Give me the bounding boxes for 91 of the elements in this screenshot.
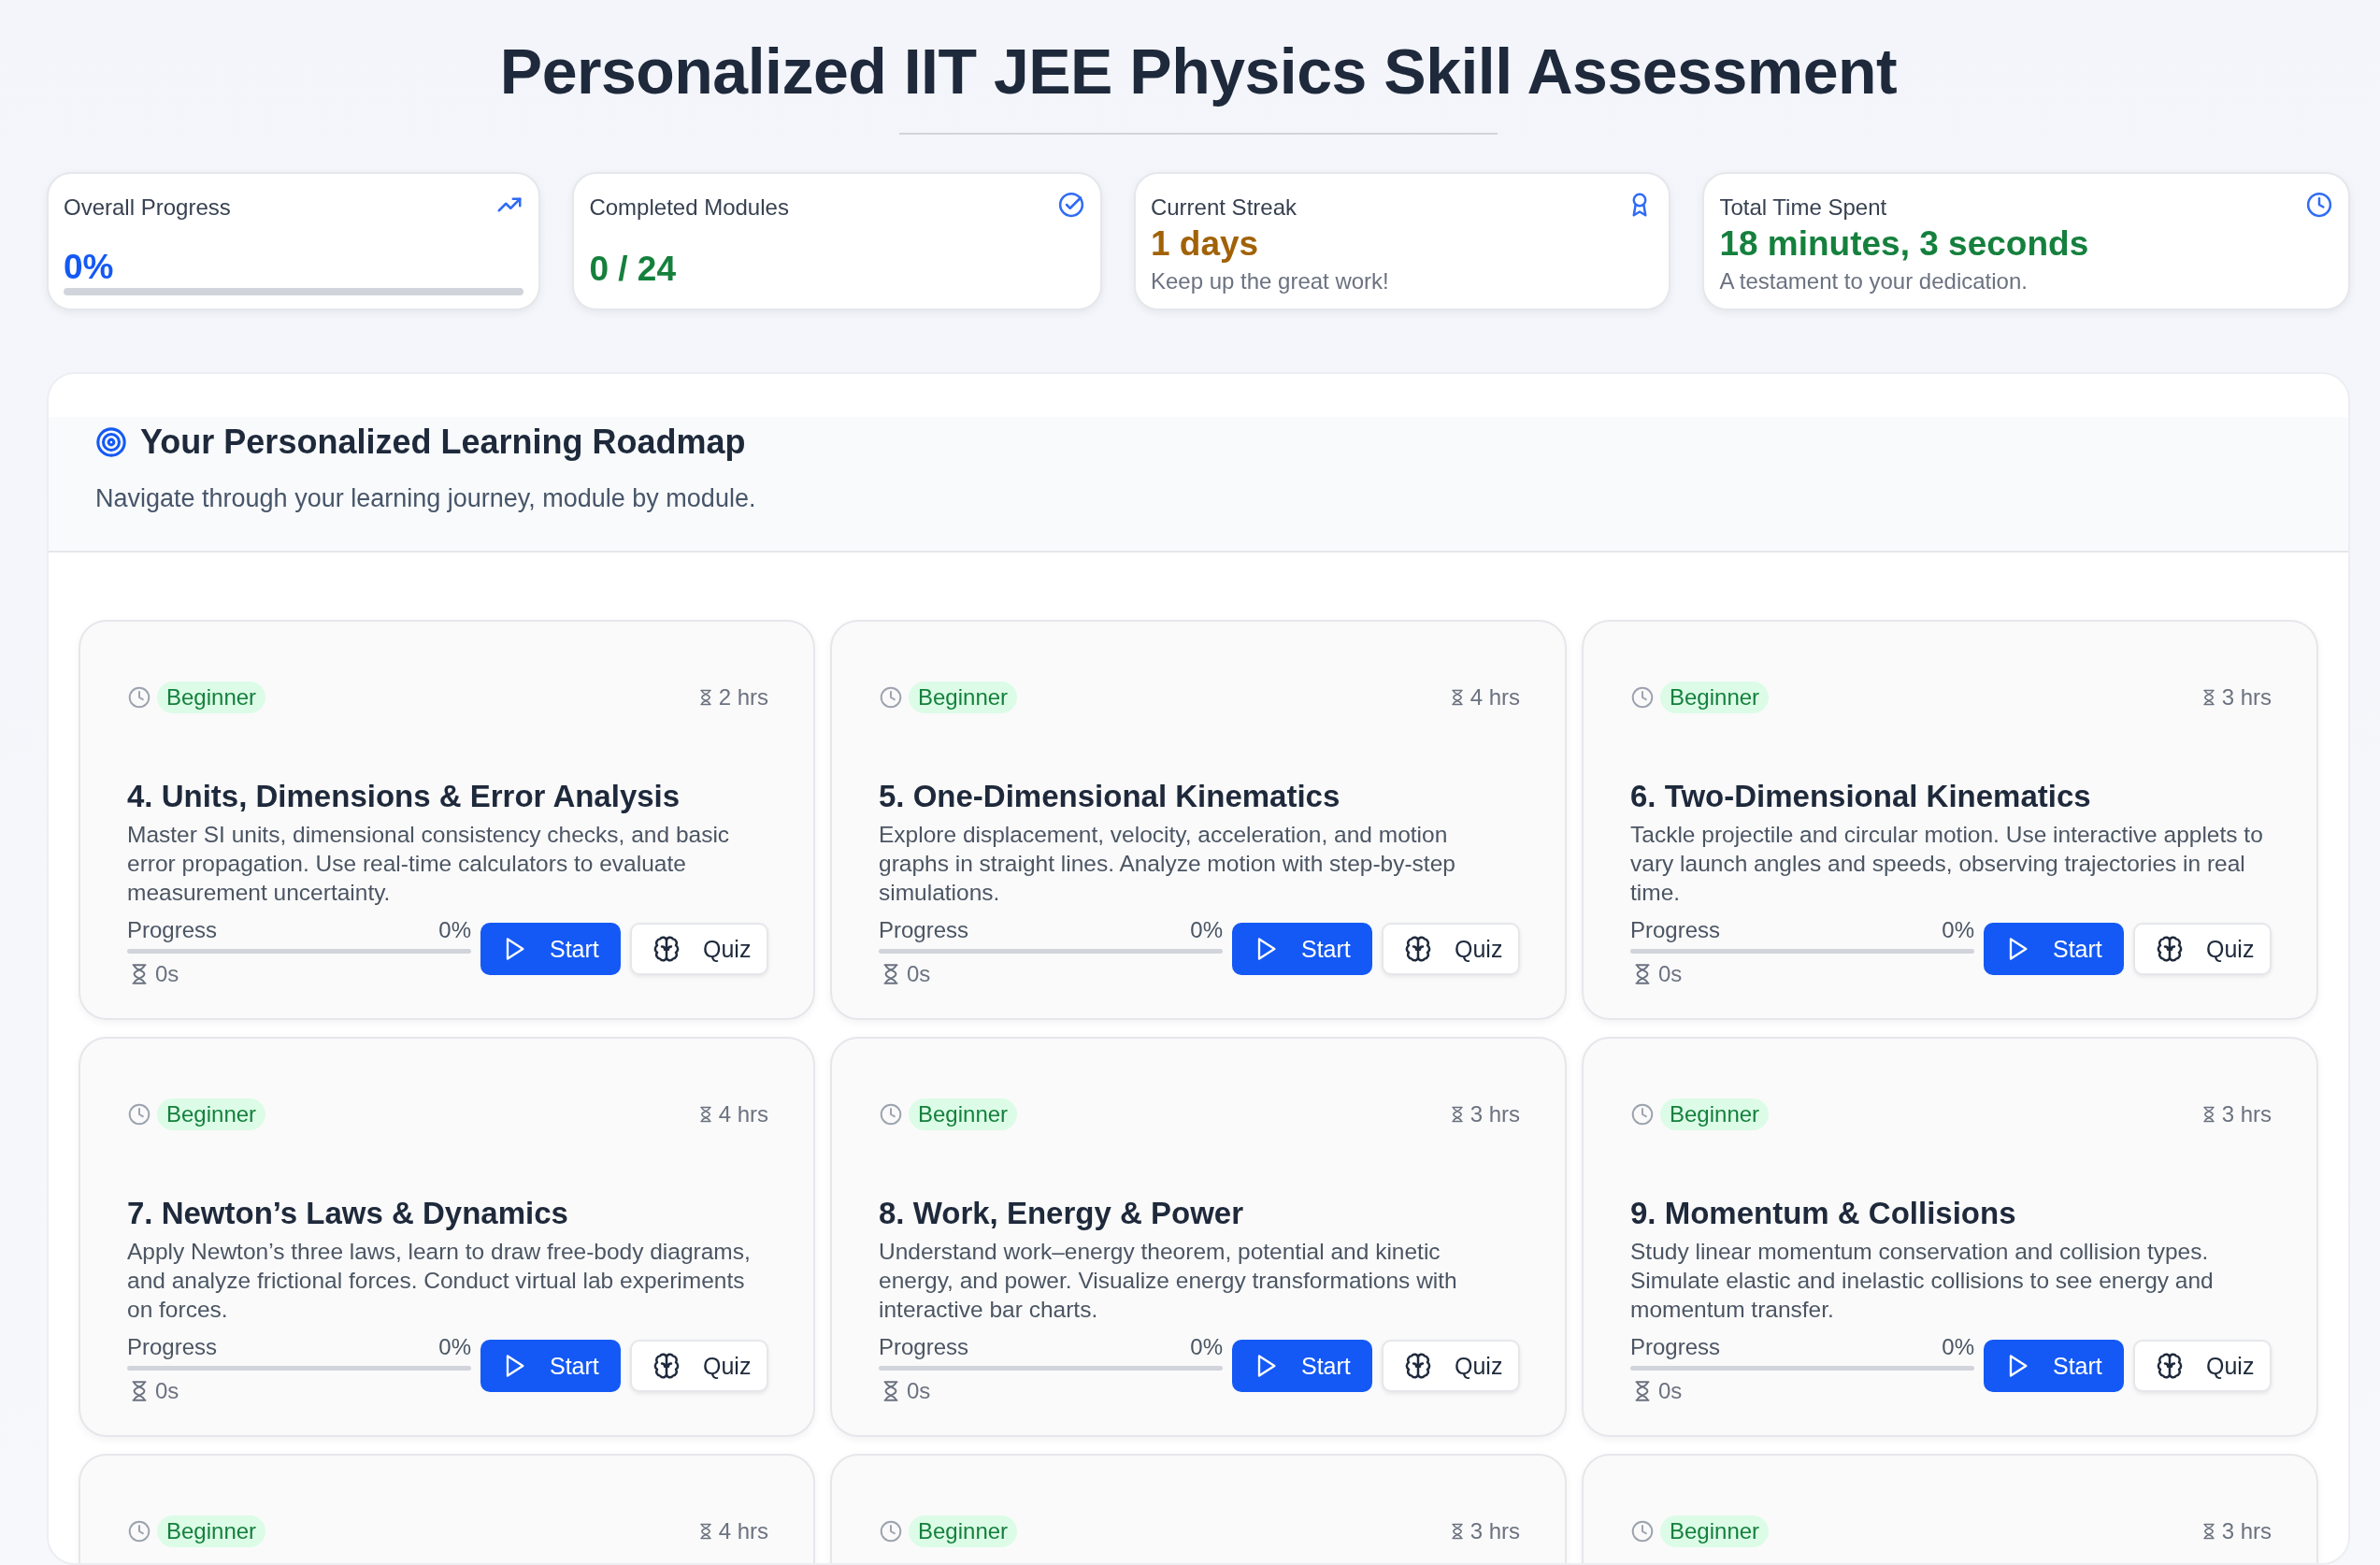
- difficulty-badge: Beginner: [909, 1515, 1018, 1547]
- clock-icon: [879, 1102, 903, 1127]
- clock-icon: [1630, 1519, 1655, 1543]
- start-button[interactable]: Start: [480, 923, 621, 975]
- duration-label: 4 hrs: [718, 1518, 768, 1544]
- quiz-button[interactable]: Quiz: [630, 923, 768, 975]
- duration-label: 3 hrs: [1470, 1518, 1520, 1544]
- brain-icon: [652, 1352, 681, 1380]
- start-button[interactable]: Start: [1984, 1340, 2124, 1392]
- brain-icon: [2156, 935, 2184, 963]
- difficulty-badge: Beginner: [157, 682, 266, 713]
- stat-label: Completed Modules: [589, 194, 789, 221]
- module-description: Tackle projectile and circular motion. Use interactive applets to vary launch angles and speeds, observing trajectories in real time.: [1630, 821, 2264, 904]
- target-icon: [95, 426, 127, 458]
- time-spent: 0s: [1658, 961, 1683, 987]
- brain-icon: [652, 935, 681, 963]
- module-description: Apply Newton’s three laws, learn to draw free-body diagrams, and analyze frictional forces. Conduct virtual lab experiments on forces.: [127, 1238, 752, 1321]
- clock-icon: [879, 1519, 903, 1543]
- progress-percent: 0%: [438, 917, 471, 943]
- progress-label: Progress: [127, 917, 218, 943]
- progress-percent: 0%: [1942, 917, 1974, 943]
- module-title: 5. One-Dimensional Kinematics: [879, 779, 1341, 814]
- difficulty-badge: Beginner: [909, 682, 1018, 713]
- progress-label: Progress: [1630, 1334, 1721, 1360]
- module-title: 9. Momentum & Collisions: [1630, 1196, 2017, 1231]
- module-title: 6. Two-Dimensional Kinematics: [1630, 779, 2092, 814]
- progress-label: Progress: [879, 917, 969, 943]
- duration-label: 2 hrs: [718, 684, 768, 711]
- duration-label: 3 hrs: [2221, 1101, 2272, 1127]
- brain-icon: [2156, 1352, 2184, 1380]
- progress-percent: 0%: [438, 1334, 471, 1360]
- quiz-button[interactable]: Quiz: [1382, 1340, 1520, 1392]
- module-description: Explore displacement, velocity, acceleration, and motion graphs in straight lines. Analyze motion with step-by-step simulations.: [879, 821, 1456, 904]
- module-title: 4. Units, Dimensions & Error Analysis: [127, 779, 681, 814]
- brain-icon: [1404, 935, 1432, 963]
- difficulty-badge: Beginner: [1660, 682, 1770, 713]
- time-spent: 0s: [155, 961, 179, 987]
- start-button[interactable]: Start: [480, 1340, 621, 1392]
- difficulty-badge: Beginner: [909, 1098, 1018, 1130]
- quiz-button[interactable]: Quiz: [2133, 923, 2272, 975]
- duration-label: 4 hrs: [1470, 684, 1520, 711]
- module-description: Master SI units, dimensional consistency checks, and basic error propagation. Use real-time calculators to evaluate measurement uncertainty.: [127, 821, 731, 904]
- progress-label: Progress: [127, 1334, 218, 1360]
- clock-icon: [879, 685, 903, 710]
- brain-icon: [1404, 1352, 1432, 1380]
- progress-percent: 0%: [1190, 917, 1223, 943]
- clock-icon: [127, 1102, 151, 1127]
- stat-value: 0 / 24: [589, 250, 677, 290]
- stat-caption: A testament to your dedication.: [1719, 267, 2029, 294]
- start-button[interactable]: Start: [1984, 923, 2124, 975]
- time-spent: 0s: [907, 961, 931, 987]
- progress-percent: 0%: [1942, 1334, 1974, 1360]
- roadmap-subtitle: Navigate through your learning journey, module by module.: [95, 484, 757, 513]
- time-spent: 0s: [1658, 1378, 1683, 1404]
- progress-label: Progress: [1630, 917, 1721, 943]
- roadmap-title: Your Personalized Learning Roadmap: [140, 423, 746, 462]
- module-description: Understand work–energy theorem, potential and kinetic energy, and power. Visualize energy transformations with interactive bar charts.: [879, 1238, 1458, 1321]
- check-circle-icon: [1056, 191, 1085, 219]
- stat-label: Overall Progress: [64, 194, 231, 221]
- module-title: 8. Work, Energy & Power: [879, 1196, 1244, 1231]
- time-spent: 0s: [155, 1378, 179, 1404]
- progress-percent: 0%: [1190, 1334, 1223, 1360]
- quiz-button[interactable]: Quiz: [630, 1340, 768, 1392]
- stat-label: Current Streak: [1150, 194, 1297, 221]
- quiz-button[interactable]: Quiz: [2133, 1340, 2272, 1392]
- progress-label: Progress: [879, 1334, 969, 1360]
- duration-label: 3 hrs: [2221, 1518, 2272, 1544]
- quiz-button[interactable]: Quiz: [1382, 923, 1520, 975]
- difficulty-badge: Beginner: [1660, 1098, 1770, 1130]
- clock-icon: [2305, 191, 2333, 219]
- clock-icon: [127, 1519, 151, 1543]
- difficulty-badge: Beginner: [1660, 1515, 1770, 1547]
- start-button[interactable]: Start: [1232, 1340, 1372, 1392]
- clock-icon: [1630, 685, 1655, 710]
- difficulty-badge: Beginner: [157, 1515, 266, 1547]
- clock-icon: [1630, 1102, 1655, 1127]
- module-title: 7. Newton’s Laws & Dynamics: [127, 1196, 569, 1231]
- duration-label: 3 hrs: [1470, 1101, 1520, 1127]
- module-description: Study linear momentum conservation and collision types. Simulate elastic and inelastic collisions to see energy and momentum transfer.: [1630, 1238, 2215, 1321]
- stat-value: 0%: [64, 248, 115, 288]
- clock-icon: [127, 685, 151, 710]
- difficulty-badge: Beginner: [157, 1098, 266, 1130]
- start-button[interactable]: Start: [1232, 923, 1372, 975]
- stat-caption: Keep up the great work!: [1150, 267, 1390, 294]
- duration-label: 4 hrs: [718, 1101, 768, 1127]
- page-title: Personalized IIT JEE Physics Skill Assessment: [498, 35, 1899, 108]
- stat-value: 1 days: [1150, 224, 1260, 265]
- stat-value: 18 minutes, 3 seconds: [1719, 224, 2090, 265]
- stat-label: Total Time Spent: [1719, 194, 1887, 221]
- duration-label: 3 hrs: [2221, 684, 2272, 711]
- time-spent: 0s: [907, 1378, 931, 1404]
